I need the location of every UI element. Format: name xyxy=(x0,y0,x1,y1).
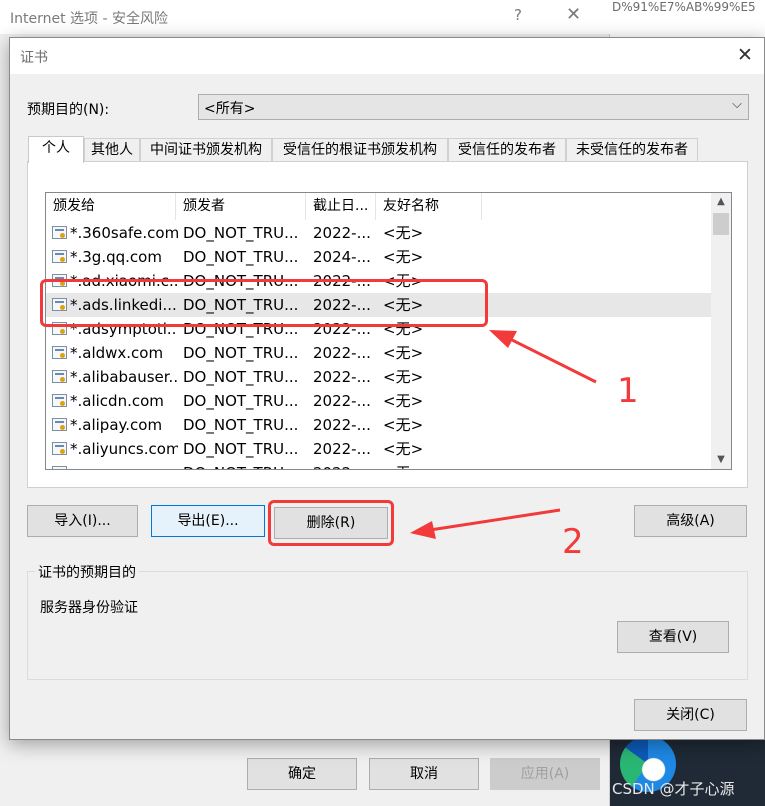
intended-purpose-label: 预期目的(N): xyxy=(27,102,110,118)
highlight-box-selected-row xyxy=(40,279,488,327)
intended-purpose-dropdown[interactable]: <所有> ⌵ xyxy=(198,94,749,120)
cell-friendly-name: <无> xyxy=(383,461,473,469)
cell-expiration: 2022-... xyxy=(313,416,371,434)
certificate-icon xyxy=(52,466,67,469)
column-header-issued-by[interactable]: 颁发者 xyxy=(176,193,306,220)
column-header-friendly-name[interactable]: 友好名称 xyxy=(376,193,482,220)
close-button[interactable]: 关闭(C) xyxy=(634,699,747,731)
table-row[interactable]: DO_NOT_TRU... 2022-... <无> xyxy=(46,461,711,469)
cell-friendly-name: <无> xyxy=(383,368,424,386)
certificate-icon xyxy=(52,442,67,455)
certificate-icon xyxy=(52,346,67,359)
cell-expiration: 2022-... xyxy=(313,224,371,242)
cell-expiration: 2022-... xyxy=(313,344,371,362)
cell-expiration: 2022-... xyxy=(313,461,373,469)
scroll-down-icon[interactable]: ▼ xyxy=(711,451,731,469)
tab-trusted-publishers[interactable]: 受信任的发布者 xyxy=(448,138,566,161)
cell-issuer: DO_NOT_TRU... xyxy=(183,248,299,266)
close-icon[interactable]: ✕ xyxy=(566,4,581,25)
cell-friendly-name: <无> xyxy=(383,224,424,242)
cell-issuer: DO_NOT_TRU... xyxy=(183,461,301,469)
cell-issued-to: *.aldwx.com xyxy=(70,344,164,362)
certificate-purposes-title: 证书的预期目的 xyxy=(35,562,139,582)
cell-issued-to: *.alibabauser... xyxy=(70,368,178,386)
cell-issued-to xyxy=(70,461,178,469)
cell-issued-to: *.aliyuncs.com xyxy=(70,440,178,458)
table-row[interactable]: *.alicdn.com DO_NOT_TRU... 2022-... <无> xyxy=(46,389,711,413)
certificate-dialog-title: 证书 xyxy=(20,50,48,66)
certificate-icon xyxy=(52,418,67,431)
close-icon[interactable]: ✕ xyxy=(732,42,758,68)
cell-issued-to: *.360safe.com xyxy=(70,224,178,242)
certificate-icon xyxy=(52,226,67,239)
table-row[interactable]: *.alipay.com DO_NOT_TRU... 2022-... <无> xyxy=(46,413,711,437)
certificate-icon xyxy=(52,370,67,383)
table-row[interactable]: *.aliyuncs.com DO_NOT_TRU... 2022-... <无> xyxy=(46,437,711,461)
vertical-scrollbar[interactable]: ▲ ▼ xyxy=(711,193,731,469)
cell-issued-to: *.3g.qq.com xyxy=(70,248,162,266)
browser-url-fragment: D%91%E7%AB%99%E5 xyxy=(612,0,756,14)
certificate-icon xyxy=(52,394,67,407)
ok-button[interactable]: 确定 xyxy=(247,758,357,790)
apply-button[interactable]: 应用(A) xyxy=(490,758,600,790)
tab-intermediate-cas[interactable]: 中间证书颁发机构 xyxy=(140,138,272,161)
import-button[interactable]: 导入(I)... xyxy=(27,505,138,537)
cell-issuer: DO_NOT_TRU... xyxy=(183,344,299,362)
tab-personal[interactable]: 个人 xyxy=(28,136,84,163)
internet-options-title: Internet 选项 - 安全风险 xyxy=(10,11,168,27)
cell-expiration: 2022-... xyxy=(313,392,371,410)
cell-issuer: DO_NOT_TRU... xyxy=(183,440,299,458)
cell-issued-to: *.alipay.com xyxy=(70,416,163,434)
cancel-button[interactable]: 取消 xyxy=(369,758,479,790)
certificate-icon xyxy=(52,250,67,263)
advanced-button[interactable]: 高级(A) xyxy=(634,505,747,537)
intended-purpose-value: <所有> xyxy=(204,101,256,117)
column-header-expiration[interactable]: 截止日... xyxy=(306,193,376,220)
scroll-thumb[interactable] xyxy=(713,213,729,235)
watermark: CSDN @才子心源 xyxy=(612,780,735,798)
cell-expiration: 2024-... xyxy=(313,248,371,266)
table-row[interactable]: *.aldwx.com DO_NOT_TRU... 2022-... <无> xyxy=(46,341,711,365)
certificate-purposes-value: 服务器身份验证 xyxy=(40,600,138,616)
certificate-list[interactable]: 颁发给 颁发者 截止日... 友好名称 *.360safe.com DO_NOT_… xyxy=(45,192,732,470)
internet-options-titlebar: Internet 选项 - 安全风险 ? ✕ xyxy=(0,0,610,34)
step-number-2: 2 xyxy=(562,522,584,562)
column-header-issued-to[interactable]: 颁发给 xyxy=(46,193,176,220)
cell-expiration: 2022-... xyxy=(313,440,371,458)
view-button[interactable]: 查看(V) xyxy=(617,621,729,653)
scroll-up-icon[interactable]: ▲ xyxy=(711,193,731,211)
cell-issuer: DO_NOT_TRU... xyxy=(183,368,299,386)
cell-expiration: 2022-... xyxy=(313,368,371,386)
tab-untrusted-publishers[interactable]: 未受信任的发布者 xyxy=(566,138,698,161)
certificate-dialog: 证书 ✕ 预期目的(N): <所有> ⌵ 个人 其他人 中间证书颁发机构 受信任… xyxy=(9,37,765,740)
cell-friendly-name: <无> xyxy=(383,392,424,410)
cell-friendly-name: <无> xyxy=(383,344,424,362)
tab-other-people[interactable]: 其他人 xyxy=(84,138,140,161)
cell-friendly-name: <无> xyxy=(383,416,424,434)
cell-issued-to: *.alicdn.com xyxy=(70,392,164,410)
highlight-box-remove-button xyxy=(268,500,394,546)
help-icon[interactable]: ? xyxy=(514,6,522,24)
chevron-down-icon: ⌵ xyxy=(732,97,742,112)
table-row[interactable]: *.3g.qq.com DO_NOT_TRU... 2024-... <无> xyxy=(46,245,711,269)
export-button[interactable]: 导出(E)... xyxy=(151,505,265,537)
tab-trusted-root-cas[interactable]: 受信任的根证书颁发机构 xyxy=(272,138,448,161)
cell-issuer: DO_NOT_TRU... xyxy=(183,224,299,242)
step-number-1: 1 xyxy=(617,371,639,411)
table-row[interactable]: *.360safe.com DO_NOT_TRU... 2022-... <无> xyxy=(46,221,711,245)
cell-issuer: DO_NOT_TRU... xyxy=(183,416,299,434)
cell-issuer: DO_NOT_TRU... xyxy=(183,392,299,410)
table-row[interactable]: *.alibabauser... DO_NOT_TRU... 2022-... <无> xyxy=(46,365,711,389)
cell-friendly-name: <无> xyxy=(383,248,424,266)
cell-friendly-name: <无> xyxy=(383,440,424,458)
certificate-titlebar: 证书 ✕ xyxy=(10,38,764,74)
